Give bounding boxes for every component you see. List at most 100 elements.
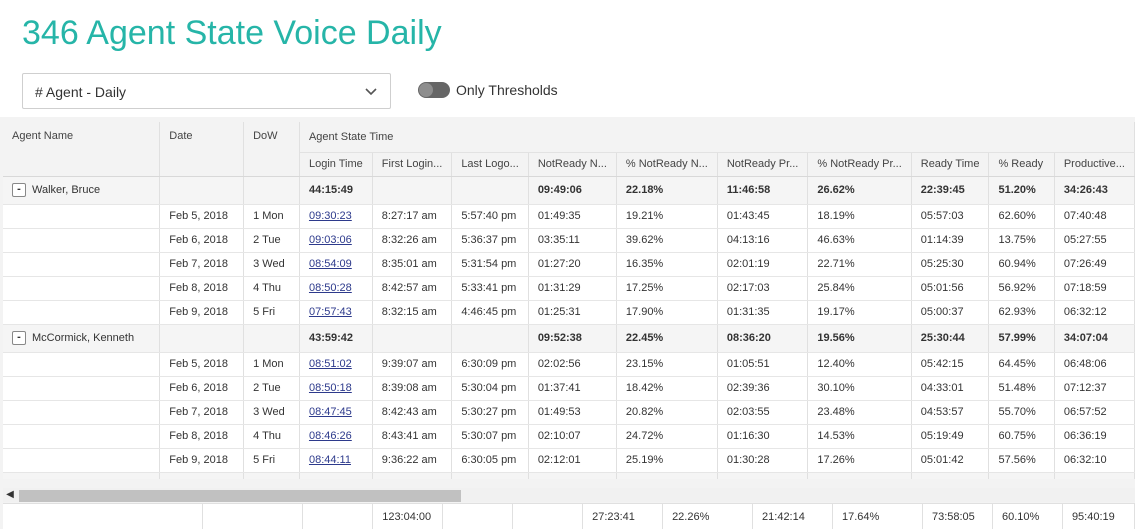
login-time-link[interactable]: 08:54:09 [309, 258, 352, 270]
value-cell: 5:30:07 pm [451, 424, 529, 449]
totals-row-cells: 123:04:00 27:23:41 22.26% 21:42:14 17.64% 73:… [3, 503, 1135, 529]
value-cell: 01:43:45 [717, 204, 809, 229]
value-cell: 5:30:04 pm [451, 376, 529, 401]
page-title: 346 Agent State Voice Daily [22, 14, 442, 52]
value-cell: 06:32:10 [1054, 448, 1135, 473]
empty-cell [302, 503, 374, 529]
value-cell: 8:43:41 am [372, 424, 453, 449]
table-row: Feb 7, 2018 3 Wed 08:54:09 8:35:01 am 5:31:5… [3, 252, 1135, 277]
report-type-dropdown[interactable]: # Agent - Daily [22, 73, 391, 109]
column-header[interactable]: Productive... [1054, 152, 1135, 177]
value-cell: 01:05:51 [717, 352, 809, 377]
value-cell: 05:19:49 [911, 424, 990, 449]
login-time-link[interactable]: 08:51:02 [309, 358, 352, 370]
value-cell: 02:39:36 [717, 376, 809, 401]
login-time-cell: 09:03:06 [299, 228, 373, 253]
only-thresholds-toggle[interactable] [418, 82, 450, 98]
agent-name: McCormick, Kenneth [32, 332, 135, 344]
summary-cell: 11:46:58 [717, 176, 809, 205]
value-cell: 07:26:49 [1054, 252, 1135, 277]
header-agent-name[interactable]: Agent Name [3, 122, 161, 177]
column-header[interactable]: % NotReady N... [616, 152, 718, 177]
table-row: Feb 9, 2018 5 Fri 08:44:11 9:36:22 am 6:30:0… [3, 448, 1135, 473]
value-cell: 02:10:07 [528, 424, 617, 449]
empty-cell [243, 324, 300, 353]
header-dow[interactable]: DoW [243, 122, 300, 177]
collapse-toggle-button[interactable]: - [12, 331, 26, 345]
value-cell: 04:13:16 [717, 228, 809, 253]
value-cell: 5:33:41 pm [451, 276, 529, 301]
summary-cell: 44:15:49 [299, 176, 373, 205]
column-header[interactable]: NotReady Pr... [717, 152, 809, 177]
value-cell: 02:17:03 [717, 276, 809, 301]
empty-cell [3, 376, 161, 401]
header-row-groups: Agent Name Date DoW Agent State Time [3, 122, 1135, 177]
login-time-link[interactable]: 07:57:43 [309, 306, 352, 318]
value-cell: 05:01:56 [911, 276, 990, 301]
value-cell: 06:36:19 [1054, 424, 1135, 449]
empty-cell [3, 503, 204, 529]
value-cell: 01:30:28 [717, 448, 809, 473]
horizontal-scrollbar[interactable]: ◀ [3, 488, 1135, 502]
value-cell: 14.53% [807, 424, 912, 449]
date-cell: Feb 8, 2018 [159, 276, 245, 301]
summary-cell: 09:49:06 [528, 176, 617, 205]
empty-cell [3, 252, 161, 277]
value-cell: 9:36:22 am [372, 448, 453, 473]
total-cell: 17.64% [832, 503, 923, 529]
empty-cell [202, 503, 304, 529]
total-cell: 73:58:05 [922, 503, 993, 529]
column-header[interactable]: First Login... [372, 152, 453, 177]
value-cell: 56.92% [988, 276, 1055, 301]
dropdown-selected-value: # Agent - Daily [35, 84, 127, 100]
header-date[interactable]: Date [159, 122, 245, 177]
summary-cell: 74.10% [988, 472, 1055, 479]
column-header[interactable]: Last Logo... [451, 152, 529, 177]
login-time-link[interactable]: 08:47:45 [309, 406, 352, 418]
value-cell: 62.60% [988, 204, 1055, 229]
dow-cell: 2 Tue [243, 376, 300, 401]
scroll-left-arrow-icon[interactable]: ◀ [3, 488, 17, 502]
total-cell [442, 503, 514, 529]
summary-cell [372, 472, 453, 479]
summary-cell: 27:06:32 [1054, 472, 1135, 479]
totals-row: 123:04:00 27:23:41 22.26% 21:42:14 17.64% 73:… [3, 503, 1135, 529]
login-time-cell: 07:57:43 [299, 300, 373, 325]
value-cell: 20.82% [616, 400, 718, 425]
login-time-cell: 08:50:28 [299, 276, 373, 301]
report-table: Agent Name Date DoW Agent State Time Login T… [3, 122, 1135, 479]
value-cell: 01:49:35 [528, 204, 617, 229]
total-cell: 27:23:41 [582, 503, 664, 529]
column-header[interactable]: % Ready [988, 152, 1055, 177]
dow-cell: 4 Thu [243, 424, 300, 449]
value-cell: 05:27:55 [1054, 228, 1135, 253]
login-time-link[interactable]: 08:50:28 [309, 282, 352, 294]
column-header[interactable]: % NotReady Pr... [807, 152, 912, 177]
value-cell: 01:14:39 [911, 228, 990, 253]
date-cell: Feb 6, 2018 [159, 228, 245, 253]
login-time-link[interactable]: 08:50:18 [309, 382, 352, 394]
login-time-link[interactable]: 08:46:26 [309, 430, 352, 442]
date-cell: Feb 8, 2018 [159, 424, 245, 449]
date-cell: Feb 7, 2018 [159, 400, 245, 425]
login-time-link[interactable]: 09:03:06 [309, 234, 352, 246]
dow-cell: 2 Tue [243, 228, 300, 253]
column-header[interactable]: Ready Time [911, 152, 990, 177]
collapse-toggle-button[interactable]: - [12, 183, 26, 197]
column-header[interactable]: Login Time [299, 152, 373, 177]
value-cell: 13.75% [988, 228, 1055, 253]
value-cell: 8:39:08 am [372, 376, 453, 401]
dow-cell: 1 Mon [243, 352, 300, 377]
value-cell: 12.40% [807, 352, 912, 377]
value-cell: 24.72% [616, 424, 718, 449]
scrollbar-thumb[interactable] [19, 490, 461, 502]
login-time-link[interactable]: 08:44:11 [309, 454, 351, 466]
value-cell: 04:33:01 [911, 376, 990, 401]
value-cell: 25.19% [616, 448, 718, 473]
value-cell: 07:12:37 [1054, 376, 1135, 401]
column-header[interactable]: NotReady N... [528, 152, 617, 177]
login-time-link[interactable]: 09:30:23 [309, 210, 352, 222]
toggle-knob [419, 83, 433, 97]
only-thresholds-label: Only Thresholds [456, 82, 558, 98]
summary-cell: 22:39:45 [911, 176, 990, 205]
